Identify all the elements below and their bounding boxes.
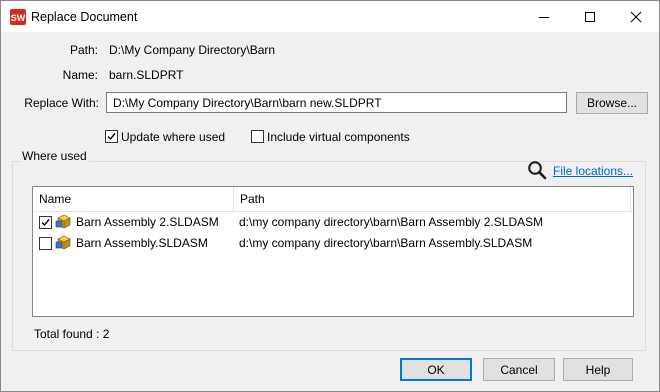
where-used-title: Where used	[20, 149, 89, 163]
maximize-icon	[585, 11, 595, 22]
close-icon	[630, 11, 642, 22]
maximize-button[interactable]	[567, 1, 613, 32]
total-found: Total found : 2	[34, 327, 110, 341]
row-checkbox[interactable]	[39, 237, 52, 250]
close-button[interactable]	[613, 1, 659, 32]
svg-text:SW: SW	[11, 13, 26, 23]
browse-button[interactable]: Browse...	[576, 92, 648, 114]
row-name: Barn Assembly 2.SLDASM	[76, 215, 219, 229]
include-virtual-components-checkbox[interactable]	[251, 130, 264, 143]
checkmark-icon	[41, 219, 50, 227]
minimize-icon	[539, 16, 549, 18]
replace-document-dialog: SW Replace Document Path: D:\My Company …	[0, 0, 660, 392]
path-value: D:\My Company Directory\Barn	[109, 43, 276, 57]
ok-button[interactable]: OK	[400, 358, 472, 381]
search-icon[interactable]	[527, 160, 547, 180]
column-header-path[interactable]: Path	[234, 187, 631, 211]
file-locations-link[interactable]: File locations...	[553, 164, 633, 178]
assembly-icon	[55, 235, 71, 250]
where-used-list[interactable]: Name Path Barn Assembly 2.SLDASM d:\my c…	[32, 186, 634, 317]
list-header: Name Path	[33, 187, 633, 212]
path-label: Path:	[69, 43, 98, 57]
window-title: Replace Document	[31, 10, 138, 24]
column-header-name[interactable]: Name	[33, 187, 234, 211]
table-row[interactable]: Barn Assembly.SLDASM d:\my company direc…	[33, 233, 633, 253]
row-name: Barn Assembly.SLDASM	[76, 236, 208, 250]
update-where-used-checkbox[interactable]	[105, 130, 118, 143]
replace-with-field[interactable]: D:\My Company Directory\Barn\barn new.SL…	[106, 92, 567, 113]
title-bar: SW Replace Document	[1, 1, 659, 32]
include-virtual-components-label[interactable]: Include virtual components	[267, 130, 410, 144]
replace-with-label: Replace With:	[24, 96, 99, 110]
assembly-icon	[55, 214, 71, 229]
row-checkbox[interactable]	[39, 216, 52, 229]
cancel-button[interactable]: Cancel	[483, 358, 555, 381]
solidworks-app-icon: SW	[10, 9, 26, 25]
minimize-button[interactable]	[521, 1, 567, 32]
help-button[interactable]: Help	[563, 358, 633, 381]
row-path: d:\my company directory\barn\Barn Assemb…	[239, 215, 544, 229]
update-where-used-label[interactable]: Update where used	[121, 130, 225, 144]
checkmark-icon	[107, 133, 116, 141]
row-path: d:\my company directory\barn\Barn Assemb…	[239, 236, 533, 250]
name-label: Name:	[62, 68, 98, 82]
table-row[interactable]: Barn Assembly 2.SLDASM d:\my company dir…	[33, 212, 633, 232]
name-value: barn.SLDPRT	[109, 68, 184, 82]
